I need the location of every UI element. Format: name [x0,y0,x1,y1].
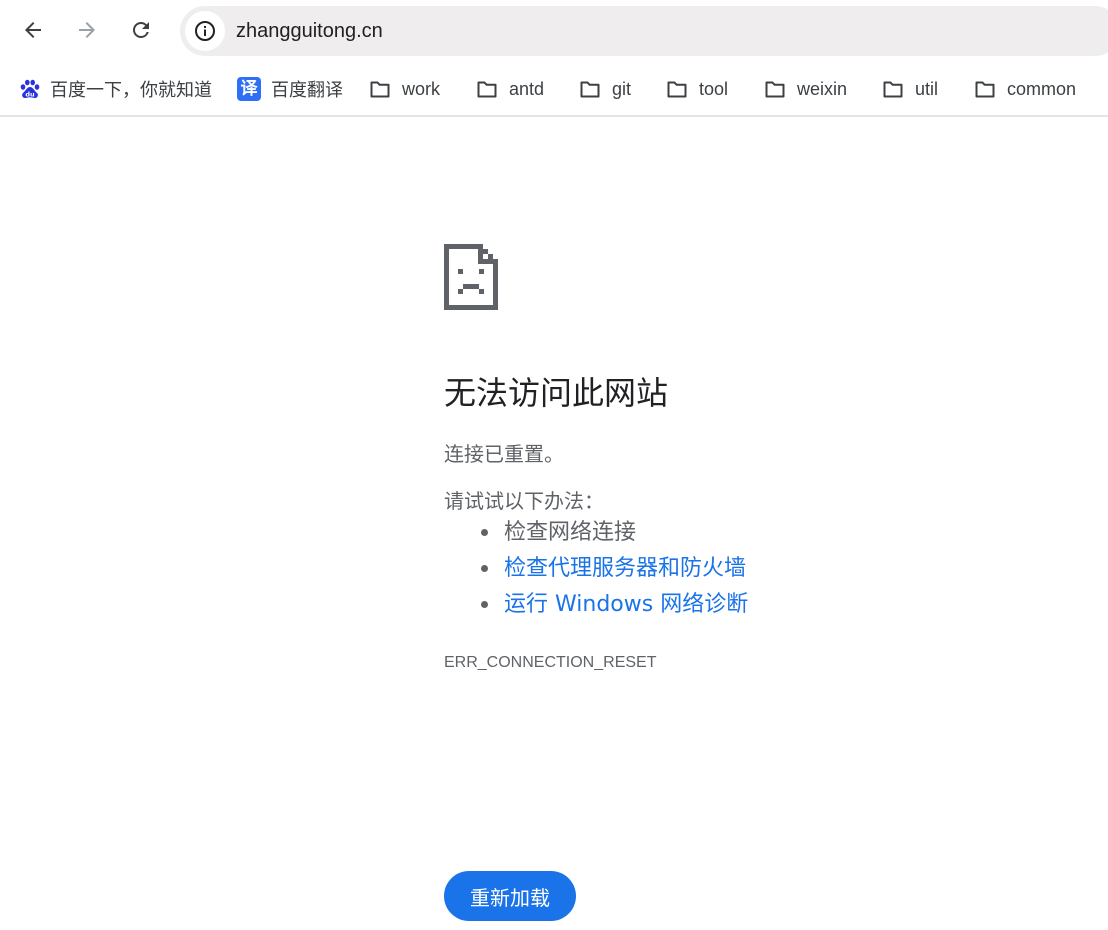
info-icon [195,21,215,41]
bookmark-baidu[interactable]: du 百度一下，你就知道 [18,74,212,104]
bookmark-label: weixin [797,78,848,99]
bookmark-fanyi[interactable]: 译 百度翻译 [237,74,343,104]
sad-page-icon [444,244,498,310]
folder-icon [578,77,602,101]
bookmark-folder-work[interactable]: work [368,74,440,104]
suggestion-check-proxy: 检查代理服务器和防火墙 [444,555,748,591]
arrow-forward-icon [79,22,95,38]
folder-icon [368,77,392,101]
browser-toolbar: zhangguitong.cn [0,0,1108,62]
arrow-back-icon [25,22,41,38]
svg-text:du: du [25,91,35,99]
bookmark-folder-antd[interactable]: antd [475,74,544,104]
error-title: 无法访问此网站 [444,374,669,412]
bookmark-label: git [612,78,632,99]
check-proxy-link[interactable]: 检查代理服务器和防火墙 [504,556,746,581]
bookmark-label: common [1007,78,1077,99]
back-button[interactable] [15,12,51,48]
url-text[interactable]: zhangguitong.cn [236,20,383,43]
bullet-icon [481,529,488,536]
bookmark-label: 百度一下，你就知道 [50,80,212,100]
folder-icon [973,77,997,101]
bookmark-folder-util[interactable]: util [881,74,938,104]
forward-button[interactable] [69,12,105,48]
bookmark-label: 百度翻译 [271,80,343,100]
suggestion-network-diagnostics: 运行 Windows 网络诊断 [444,591,748,627]
error-code: ERR_CONNECTION_RESET [444,654,657,671]
folder-icon [881,77,905,101]
bullet-icon [481,565,488,572]
bookmark-label: work [402,78,441,99]
bookmark-label: util [915,78,939,99]
bookmark-folder-git[interactable]: git [578,74,631,104]
reload-button[interactable]: 重新加载 [444,871,576,921]
bookmark-label: antd [509,78,545,99]
bookmark-folder-weixin[interactable]: weixin [763,74,847,104]
fanyi-icon-glyph: 译 [237,77,261,101]
suggestion-check-network: 检查网络连接 [444,519,748,555]
error-subtitle: 连接已重置。 [444,442,564,466]
fanyi-icon: 译 [237,77,261,101]
network-diagnostics-link[interactable]: 运行 Windows 网络诊断 [504,592,748,617]
address-bar[interactable]: zhangguitong.cn [180,6,1108,56]
site-info-button[interactable] [185,11,225,51]
suggestions-label: 请试试以下办法： [444,489,604,513]
bullet-icon [481,601,488,608]
bookmarks-bar: du 百度一下，你就知道 译 百度翻译 work antd git tool w… [0,62,1108,117]
baidu-icon: du [18,77,42,101]
folder-icon [665,77,689,101]
bookmark-folder-tool[interactable]: tool [665,74,728,104]
folder-icon [475,77,499,101]
reload-icon [133,22,149,38]
bookmark-label: tool [699,78,729,99]
suggestion-text: 检查网络连接 [504,520,637,545]
bookmark-folder-common[interactable]: common [973,74,1076,104]
suggestions-list: 检查网络连接 检查代理服务器和防火墙 运行 Windows 网络诊断 [444,519,748,627]
folder-icon [763,77,787,101]
reload-page-button[interactable] [123,12,159,48]
